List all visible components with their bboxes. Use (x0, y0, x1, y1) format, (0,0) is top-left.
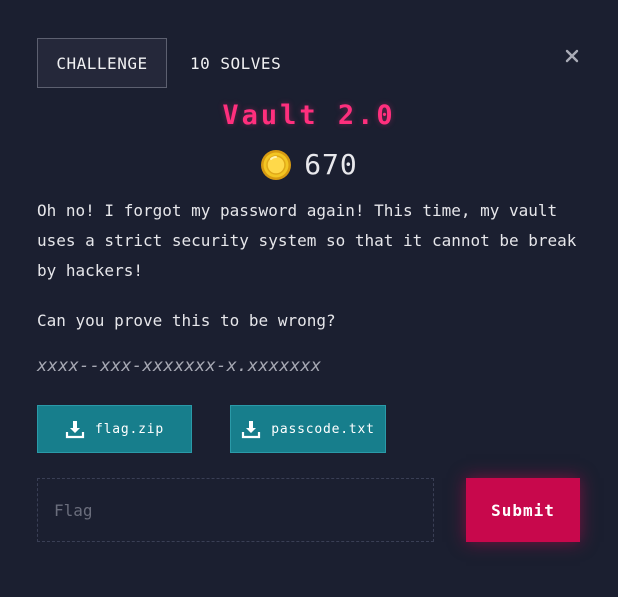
close-icon (565, 49, 579, 63)
points-display: 670 (0, 148, 618, 181)
flag-input[interactable] (37, 478, 434, 542)
challenge-modal: CHALLENGE 10 SOLVES Vault 2.0 670 Oh no!… (0, 0, 618, 597)
close-button[interactable] (560, 44, 584, 68)
points-value: 670 (304, 148, 358, 181)
download-icon (65, 421, 85, 439)
challenge-title: Vault 2.0 (222, 100, 396, 131)
download-flag-zip-button[interactable]: flag.zip (37, 405, 192, 453)
flag-format-hint: xxxx--xxx-xxxxxxx-x.xxxxxxx (37, 356, 322, 376)
coin-icon (261, 149, 292, 180)
tab-challenge-label: CHALLENGE (56, 53, 148, 73)
download-passcode-txt-button[interactable]: passcode.txt (230, 405, 386, 453)
description-paragraph: Oh no! I forgot my password again! This … (37, 201, 577, 280)
file-name: passcode.txt (271, 421, 375, 437)
download-icon (242, 421, 261, 439)
tab-challenge[interactable]: CHALLENGE (37, 38, 167, 88)
tab-solves[interactable]: 10 SOLVES (190, 38, 281, 88)
file-name: flag.zip (94, 421, 164, 437)
submit-button[interactable]: Submit (466, 478, 580, 542)
tab-solves-label: 10 SOLVES (190, 53, 282, 73)
challenge-description: Oh no! I forgot my password again! This … (37, 196, 597, 336)
description-paragraph: Can you prove this to be wrong? (37, 311, 336, 330)
